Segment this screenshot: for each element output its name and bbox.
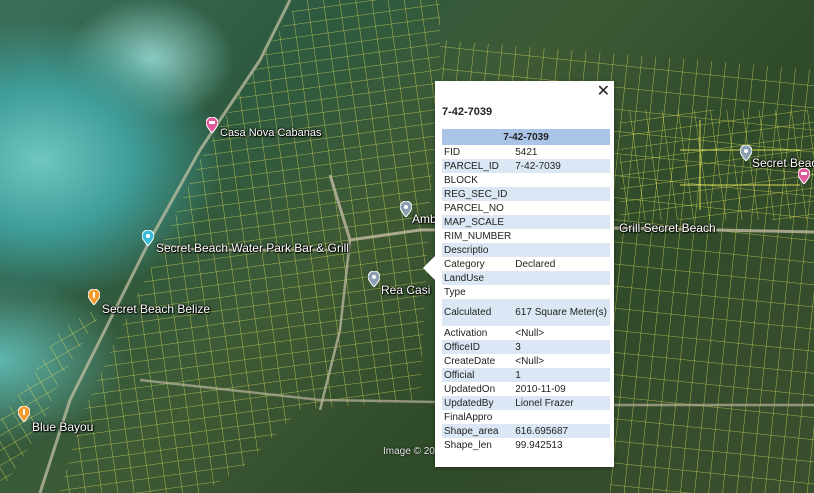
place-label[interactable]: Amb	[412, 212, 437, 226]
attr-key: Category	[444, 258, 485, 270]
restaurant-marker-icon[interactable]	[18, 406, 30, 422]
table-row: Descriptio	[442, 243, 610, 257]
attr-key: RIM_NUMBER	[444, 230, 512, 242]
place-label[interactable]: Casa Nova Cabanas	[220, 127, 322, 139]
attr-value	[513, 410, 610, 424]
bar-marker-icon[interactable]	[142, 230, 154, 246]
table-row: OfficeID 3	[442, 340, 610, 354]
table-row: FinalAppro	[442, 410, 610, 424]
parcel-grid	[0, 0, 814, 493]
place-label[interactable]: Secret Beach Water Park Bar & Grill	[156, 241, 349, 255]
attr-key: Official	[442, 368, 514, 382]
attr-key: PARCEL_NO	[444, 202, 504, 214]
attr-value	[513, 271, 610, 285]
attr-value: 1	[513, 368, 610, 382]
table-row: Official 1	[442, 368, 610, 382]
attr-key: LandUse	[442, 271, 514, 285]
attr-value: Lionel Frazer	[513, 396, 610, 410]
table-row: UpdatedBy Lionel Frazer	[442, 396, 610, 410]
attr-key: Shape_area	[442, 424, 514, 438]
attr-value: 3	[513, 340, 610, 354]
attr-value: 7-42-7039	[513, 159, 610, 173]
attr-value	[513, 187, 610, 201]
table-row: BLOCK	[442, 173, 610, 187]
place-label[interactable]: Blue Bayou	[32, 420, 93, 434]
attr-value: 99.942513	[515, 439, 563, 451]
attr-key: BLOCK	[444, 174, 478, 186]
table-row: FID 5421	[442, 145, 610, 159]
table-row: PARCEL_ID 7-42-7039	[442, 159, 610, 173]
attr-value	[513, 285, 610, 299]
place-label[interactable]: Rea Casi	[381, 283, 430, 297]
table-row: LandUse	[442, 271, 610, 285]
place-label[interactable]: Secret Beach Belize	[102, 302, 210, 316]
attr-value: <Null>	[515, 327, 545, 339]
attr-value: 617 Square Meter(s)	[513, 299, 610, 326]
place-marker-icon[interactable]	[400, 201, 412, 217]
attr-value: 5421	[515, 146, 538, 158]
attr-value	[513, 243, 610, 257]
restaurant-marker-icon[interactable]	[88, 289, 100, 305]
attr-key: UpdatedOn	[444, 383, 496, 395]
attr-key: Type	[444, 286, 466, 298]
table-row: Activation <Null>	[442, 326, 610, 340]
attribute-table: 7-42-7039 FID 5421 PARCEL_ID 7-42-7039 BLO…	[442, 129, 610, 452]
attr-value: Declared	[515, 258, 556, 270]
parcel-info-popup: ✕ 7-42-7039 7-42-7039 FID 5421 PARCEL_ID 7…	[423, 81, 614, 467]
attr-key: Activation	[444, 327, 488, 339]
attr-key: PARCEL_ID	[442, 159, 514, 173]
table-row: PARCEL_NO	[442, 201, 610, 215]
attr-key: Shape_len	[444, 439, 492, 451]
table-row: Type	[442, 285, 610, 299]
attr-key: UpdatedBy	[442, 396, 514, 410]
popup-pointer	[423, 256, 435, 280]
attr-value: <Null>	[515, 355, 545, 367]
attr-value	[513, 201, 610, 215]
attr-key: OfficeID	[442, 340, 514, 354]
attr-value	[513, 215, 610, 229]
table-row: CreateDate <Null>	[442, 354, 610, 368]
attr-key: Descriptio	[442, 243, 514, 257]
attr-value	[513, 229, 610, 243]
table-row: Shape_area 616.695687	[442, 424, 610, 438]
place-label[interactable]: Grill Secret Beach	[619, 221, 716, 235]
table-row: RIM_NUMBER	[442, 229, 610, 243]
place-marker-icon[interactable]	[368, 271, 380, 287]
map-attribution: Image © 20	[383, 446, 435, 457]
attr-key: FinalAppro	[444, 411, 493, 423]
attr-key: MAP_SCALE	[442, 215, 514, 229]
table-row: MAP_SCALE	[442, 215, 610, 229]
table-row: Calculated 617 Square Meter(s)	[442, 299, 610, 326]
attr-value: 2010-11-09	[515, 383, 566, 395]
table-row: Shape_len 99.942513	[442, 438, 610, 452]
table-row: REG_SEC_ID	[442, 187, 610, 201]
attr-value	[513, 173, 610, 187]
close-icon[interactable]: ✕	[597, 82, 610, 102]
attr-key: REG_SEC_ID	[442, 187, 514, 201]
hotel-marker-icon[interactable]	[206, 117, 218, 133]
table-row: UpdatedOn 2010-11-09	[442, 382, 610, 396]
attr-value: 616.695687	[513, 424, 610, 438]
attr-key: Calculated	[442, 299, 514, 326]
place-marker-icon[interactable]	[740, 145, 752, 161]
attr-key: FID	[444, 146, 461, 158]
table-row: Category Declared	[442, 257, 610, 271]
attr-key: CreateDate	[444, 355, 496, 367]
table-header: 7-42-7039	[442, 129, 610, 145]
hotel-marker-icon[interactable]	[798, 168, 810, 184]
satellite-map[interactable]: Casa Nova Cabanas Secret Beach Water Par…	[0, 0, 814, 493]
popup-title: 7-42-7039	[442, 106, 493, 118]
